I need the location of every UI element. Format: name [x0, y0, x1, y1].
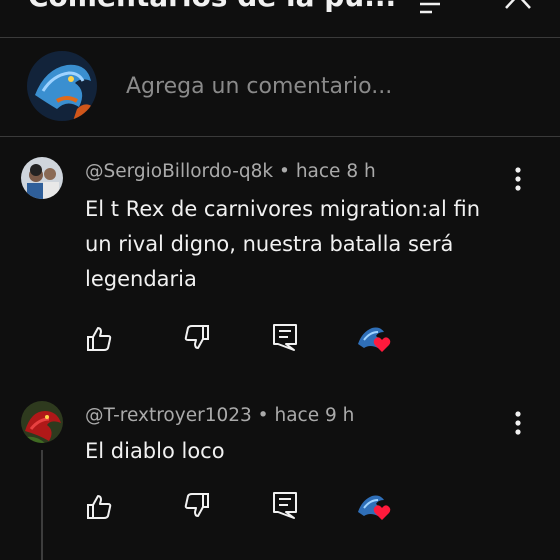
sort-icon[interactable]	[418, 0, 452, 14]
comment-text-line: un rival digno, nuestra batalla será	[85, 232, 454, 256]
dislike-icon[interactable]	[182, 490, 212, 520]
user-avatar[interactable]	[27, 51, 97, 121]
comment-text: El diablo loco	[85, 434, 525, 469]
comment-text: El t Rex de carnivores migration:al fin …	[85, 192, 525, 297]
commenter-avatar[interactable]	[21, 157, 63, 199]
comment-text-line: El diablo loco	[85, 439, 225, 463]
more-options-icon[interactable]	[508, 166, 528, 192]
creator-heart-icon	[358, 327, 391, 352]
comment-text-line: El t Rex de carnivores migration:al fin	[85, 197, 481, 221]
reply-thread-line	[41, 450, 43, 560]
add-comment-row: Agrega un comentario...	[0, 38, 560, 137]
comment-meta: @T-rextroyer1023 • hace 9 h	[85, 405, 355, 426]
panel-header: Comentarios de la pu...	[0, 0, 560, 38]
comment-text-line: legendaria	[85, 267, 197, 291]
commenter-avatar[interactable]	[21, 401, 63, 443]
like-icon[interactable]	[84, 492, 114, 522]
comment-time: hace 8 h	[295, 161, 376, 182]
comment-actions	[0, 322, 560, 356]
comment-item: @SergioBillordo-q8k • hace 8 h El t Rex …	[0, 136, 560, 366]
dislike-icon[interactable]	[182, 322, 212, 352]
comment-time: hace 9 h	[274, 405, 355, 426]
comment-meta: @SergioBillordo-q8k • hace 8 h	[85, 161, 376, 182]
creator-heart-icon	[358, 495, 391, 520]
comment-item: @T-rextroyer1023 • hace 9 h El diablo lo…	[0, 380, 560, 560]
comment-input[interactable]: Agrega un comentario...	[126, 74, 392, 99]
comment-author[interactable]: @SergioBillordo-q8k	[85, 161, 273, 182]
comment-actions	[0, 490, 560, 524]
comment-author[interactable]: @T-rextroyer1023	[85, 405, 252, 426]
more-options-icon[interactable]	[508, 410, 528, 436]
like-icon[interactable]	[84, 324, 114, 354]
reply-icon[interactable]	[270, 322, 300, 352]
reply-icon[interactable]	[270, 490, 300, 520]
panel-title: Comentarios de la pu...	[28, 0, 396, 13]
close-icon[interactable]	[504, 0, 532, 10]
